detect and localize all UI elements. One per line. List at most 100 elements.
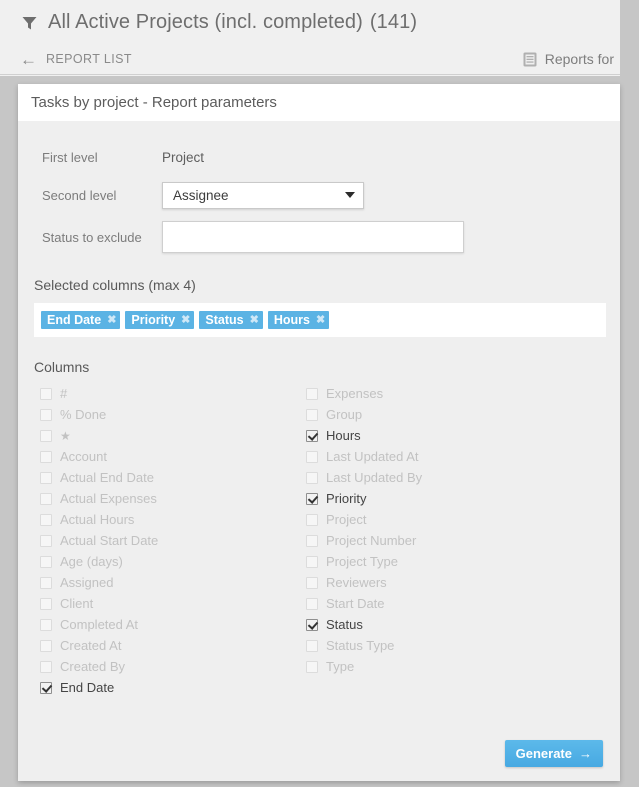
checkbox-icon[interactable] [306,576,318,589]
checkbox-checked-icon[interactable] [306,618,318,631]
checkbox-icon[interactable] [40,597,52,610]
checkbox-icon[interactable] [306,408,318,421]
column-checkbox-row[interactable]: Priority [300,488,566,509]
column-checkbox-row[interactable]: Start Date [300,593,566,614]
checkbox-checked-icon[interactable] [306,429,318,442]
reports-for-link[interactable]: Reports for [523,51,614,67]
checkbox-icon[interactable] [306,660,318,673]
checkbox-icon[interactable] [40,555,52,568]
column-checkbox-row[interactable]: Type [300,656,566,677]
selected-column-chip[interactable]: Priority ✖ [125,311,195,329]
column-checkbox-row[interactable]: Status Type [300,635,566,656]
checkbox-icon[interactable] [40,639,52,652]
column-checkbox-row[interactable]: Actual End Date [34,467,300,488]
column-checkbox-label: Client [60,596,94,611]
column-checkbox-row[interactable]: Actual Start Date [34,530,300,551]
columns-grid: # % Done ★ Account Actual End Date Actual Exp… [18,383,620,698]
checkbox-icon[interactable] [306,639,318,652]
column-checkbox-row[interactable]: Last Updated By [300,467,566,488]
checkbox-checked-icon[interactable] [40,681,52,694]
checkbox-icon[interactable] [306,534,318,547]
chip-label: End Date [47,313,102,327]
checkbox-icon[interactable] [40,576,52,589]
columns-left: # % Done ★ Account Actual End Date Actual Exp… [34,383,300,698]
selected-columns-title: Selected columns (max 4) [34,277,196,293]
checkbox-icon[interactable] [306,471,318,484]
status-to-exclude-input[interactable] [162,221,464,253]
column-checkbox-row[interactable]: Account [34,446,300,467]
column-checkbox-label: Hours [326,428,361,443]
selected-column-chip[interactable]: End Date ✖ [41,311,121,329]
page-title-count: (141) [369,10,418,33]
report-parameters-card: Tasks by project - Report parameters Fir… [18,84,620,781]
column-checkbox-label: Age (days) [60,554,123,569]
column-checkbox-row[interactable]: Reviewers [300,572,566,593]
column-checkbox-row[interactable]: Actual Hours [34,509,300,530]
column-checkbox-row[interactable]: End Date [34,677,300,698]
checkbox-icon[interactable] [40,618,52,631]
column-checkbox-row[interactable]: Status [300,614,566,635]
column-checkbox-row[interactable]: ★ [34,425,300,446]
checkbox-icon[interactable] [306,555,318,568]
generate-button[interactable]: Generate → [504,740,603,767]
card-body: First level Project Second level Assigne… [18,139,620,698]
second-level-label: Second level [42,187,117,203]
checkbox-icon[interactable] [40,387,52,400]
checkbox-icon[interactable] [306,387,318,400]
status-to-exclude-label: Status to exclude [42,229,142,245]
column-checkbox-row[interactable]: Project [300,509,566,530]
column-checkbox-label: Type [326,659,355,674]
sub-toolbar: ← REPORT LIST Reports for [0,44,620,75]
report-list-label: REPORT LIST [46,52,132,66]
chip-label: Priority [131,313,176,327]
selected-column-chip[interactable]: Hours ✖ [267,311,330,329]
column-checkbox-row[interactable]: Hours [300,425,566,446]
column-checkbox-row[interactable]: Last Updated At [300,446,566,467]
column-checkbox-row[interactable]: Actual Expenses [34,488,300,509]
column-checkbox-row[interactable]: Group [300,404,566,425]
checkbox-icon[interactable] [40,513,52,526]
report-list-back-link[interactable]: ← REPORT LIST [20,51,132,68]
close-icon[interactable]: ✖ [107,314,116,326]
column-checkbox-row[interactable]: Created At [34,635,300,656]
column-checkbox-label: Priority [326,491,367,506]
checkbox-icon[interactable] [40,660,52,673]
column-checkbox-label: Actual Start Date [60,533,159,548]
checkbox-icon[interactable] [40,534,52,547]
first-level-value: Project [162,149,205,165]
checkbox-icon[interactable] [40,450,52,463]
column-checkbox-row[interactable]: Client [34,593,300,614]
checkbox-icon[interactable] [306,597,318,610]
checkbox-icon[interactable] [40,492,52,505]
column-checkbox-row[interactable]: % Done [34,404,300,425]
column-checkbox-row[interactable]: Project Number [300,530,566,551]
column-checkbox-row[interactable]: Age (days) [34,551,300,572]
column-checkbox-row[interactable]: Project Type [300,551,566,572]
close-icon[interactable]: ✖ [250,314,259,326]
column-checkbox-label: Assigned [60,575,114,590]
close-icon[interactable]: ✖ [316,314,325,326]
checkbox-icon[interactable] [40,471,52,484]
chip-label: Status [205,313,244,327]
column-checkbox-row[interactable]: Assigned [34,572,300,593]
column-checkbox-label: End Date [60,680,115,695]
column-checkbox-row[interactable]: Completed At [34,614,300,635]
column-checkbox-row[interactable]: # [34,383,300,404]
checkbox-icon[interactable] [306,450,318,463]
page-title-row: All Active Projects (incl. completed) (14… [0,0,620,44]
column-checkbox-label: Status Type [326,638,395,653]
checkbox-icon[interactable] [40,408,52,421]
page-title-text: All Active Projects (incl. completed) [48,10,363,33]
close-icon[interactable]: ✖ [181,314,190,326]
second-level-select[interactable]: Assignee [162,181,364,209]
column-checkbox-row[interactable]: Expenses [300,383,566,404]
selected-column-chip[interactable]: Status ✖ [199,311,263,329]
column-checkbox-label: Project [326,512,367,527]
column-checkbox-row[interactable]: Created By [34,656,300,677]
checkbox-icon[interactable] [40,429,52,442]
checkbox-icon[interactable] [306,513,318,526]
checkbox-checked-icon[interactable] [306,492,318,505]
arrow-left-icon: ← [20,49,37,69]
column-checkbox-label: # [60,386,68,401]
second-level-selected-value: Assignee [173,187,229,203]
